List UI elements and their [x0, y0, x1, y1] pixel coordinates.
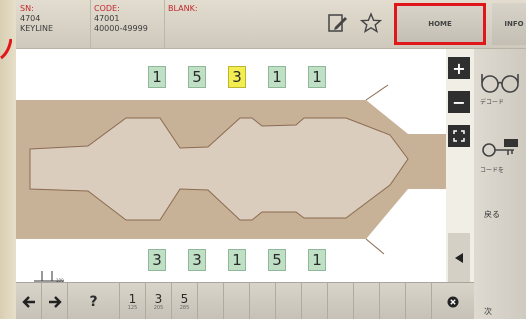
fit-icon: [453, 130, 465, 142]
key-centerline-mark-lower: [365, 238, 385, 255]
bottom-cut-code[interactable]: 1: [308, 249, 326, 271]
bottom-cut-code[interactable]: 5: [268, 249, 286, 271]
sn-label: SN:: [20, 4, 34, 13]
help-label: ?: [89, 293, 98, 310]
empty-slot[interactable]: [276, 283, 302, 319]
cut-depth: 285: [179, 304, 190, 311]
decode-label: デコード: [480, 99, 505, 106]
info-label: INFO: [504, 20, 524, 28]
bottom-cut-code[interactable]: 1: [228, 249, 246, 271]
previous-button[interactable]: [16, 283, 42, 319]
header-bar: SN: 4704 KEYLINE CODE: 47001 40000-49999…: [16, 0, 526, 49]
home-button[interactable]: HOME: [394, 3, 486, 45]
cut-position-button[interactable]: 1 125: [120, 283, 146, 319]
fit-view-button[interactable]: [448, 125, 470, 147]
help-button[interactable]: ?: [68, 283, 120, 319]
key-centerline-mark: [365, 84, 389, 101]
cut-number: 5: [180, 291, 189, 306]
cut-depth: 205: [153, 304, 164, 311]
info-button[interactable]: INFO: [492, 3, 526, 45]
serial-number-cell: SN: 4704 KEYLINE: [16, 0, 91, 48]
decode-menu-item[interactable]: デコード: [480, 69, 526, 106]
next-cut-button[interactable]: [42, 283, 68, 319]
code-range: 40000-49999: [94, 24, 148, 33]
top-cut-code[interactable]: 5: [188, 66, 206, 88]
collapse-panel-button[interactable]: [448, 233, 470, 283]
empty-slot[interactable]: [328, 283, 354, 319]
empty-slot[interactable]: [198, 283, 224, 319]
empty-slot[interactable]: [354, 283, 380, 319]
code-cell: CODE: 47001 40000-49999: [90, 0, 165, 48]
clear-button[interactable]: [432, 283, 474, 319]
triangle-left-icon: [455, 253, 463, 263]
code-value: 47001: [94, 14, 120, 23]
blank-label: BLANK:: [168, 4, 198, 13]
blank-cell: BLANK:: [164, 0, 238, 48]
zoom-in-button[interactable]: +: [448, 57, 470, 79]
code-label: CODE:: [94, 4, 120, 13]
bottom-cut-code[interactable]: 3: [188, 249, 206, 271]
edit-note-icon[interactable]: [326, 12, 348, 34]
sn-value: 4704: [20, 14, 41, 23]
side-menu-panel: デコード コードを 戻る 次: [474, 49, 526, 319]
empty-slot[interactable]: [302, 283, 328, 319]
empty-slot[interactable]: [380, 283, 406, 319]
sn-brand: KEYLINE: [20, 24, 54, 33]
code-menu-item[interactable]: コードを: [480, 137, 526, 174]
home-label: HOME: [428, 20, 452, 28]
cut-position-button[interactable]: 5 285: [172, 283, 198, 319]
app-screen: SN: 4704 KEYLINE CODE: 47001 40000-49999…: [0, 0, 526, 319]
cut-depth: 125: [127, 304, 138, 311]
favorite-star-icon[interactable]: [360, 12, 382, 34]
close-circle-icon: [447, 296, 459, 307]
arrow-right-icon: [48, 295, 62, 308]
code-label: コードを: [480, 167, 505, 174]
bottom-toolbar: ? 1 125 3 205 5 285: [16, 282, 474, 319]
top-cut-code-selected[interactable]: 3: [228, 66, 246, 88]
zoom-out-button[interactable]: −: [448, 91, 470, 113]
next-button[interactable]: 次: [484, 306, 492, 317]
back-button[interactable]: 戻る: [484, 209, 500, 220]
bottom-cut-code[interactable]: 3: [148, 249, 166, 271]
arrow-left-icon: [21, 295, 35, 308]
glasses-icon: [481, 74, 519, 93]
empty-slot[interactable]: [406, 283, 432, 319]
top-cut-code[interactable]: 1: [148, 66, 166, 88]
key-cut-canvas: 1 5 3 1 1 3 3 1 5 1 100 mm:100: [16, 49, 446, 288]
cut-number: 1: [128, 291, 137, 306]
top-cut-code[interactable]: 1: [268, 66, 286, 88]
key-code-icon: [482, 139, 518, 157]
empty-slot[interactable]: [250, 283, 276, 319]
empty-slot[interactable]: [224, 283, 250, 319]
top-cut-code[interactable]: 1: [308, 66, 326, 88]
annotation-arrow-mark: [0, 38, 12, 60]
cut-position-button[interactable]: 3 205: [146, 283, 172, 319]
cut-number: 3: [154, 291, 163, 306]
zoom-toolbar: + −: [446, 49, 474, 283]
